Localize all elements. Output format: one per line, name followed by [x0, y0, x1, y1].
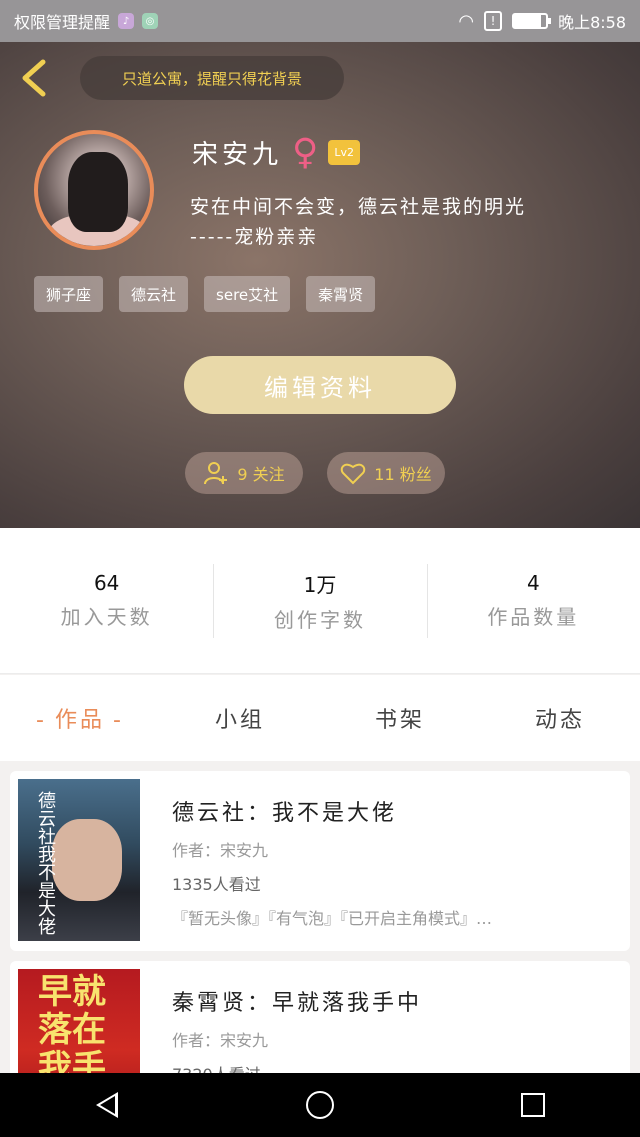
cover-title: 早就落在我手: [38, 972, 106, 1073]
edit-profile-button[interactable]: 编辑资料: [184, 356, 456, 414]
status-bar: 权限管理提醒 ♪ ◎ ◠ ! 晚上8:58: [0, 0, 640, 42]
book-card[interactable]: 德云社我不是大佬 德云社：我不是大佬 作者：宋安九 1335人看过 『暂无头像』…: [10, 771, 630, 951]
book-cover: 早就落在我手: [18, 969, 140, 1073]
level-badge: Lv2: [328, 140, 361, 165]
book-info: 秦霄贤：早就落我手中 作者：宋安九 7320人看过: [172, 985, 422, 1073]
alert-icon: !: [484, 11, 503, 31]
app-notification-icon: ◎: [142, 13, 159, 29]
profile-header: 只道公寓，提醒只得花背景 宋安九 ♀ Lv2 安在中间不会变，德云社是我的明光 …: [0, 42, 640, 528]
tab-bookshelf[interactable]: 书架: [320, 702, 480, 734]
stats-row: 64 加入天数 1万 创作字数 4 作品数量: [0, 528, 640, 674]
stat-works-count: 4 作品数量: [426, 563, 640, 638]
stat-label: 作品数量: [487, 605, 580, 629]
status-notification-text: 权限管理提醒: [14, 13, 111, 32]
nav-recents-button[interactable]: [513, 1085, 553, 1125]
avatar[interactable]: [34, 130, 154, 250]
add-user-icon: [204, 462, 228, 485]
name-row: 宋安九 ♀ Lv2: [192, 131, 361, 173]
bio-line: 安在中间不会变，德云社是我的明光: [190, 196, 527, 218]
following-label: 9 关注: [237, 465, 285, 484]
tag[interactable]: sere艾社: [204, 276, 291, 312]
back-button[interactable]: [16, 56, 52, 100]
works-list: 德云社我不是大佬 德云社：我不是大佬 作者：宋安九 1335人看过 『暂无头像』…: [0, 761, 640, 1073]
clock: 晚上8:58: [558, 13, 626, 32]
tag-list: 狮子座 德云社 sere艾社 秦霄贤: [34, 276, 376, 312]
book-views: 7320人看过: [172, 1061, 422, 1073]
back-arrow-icon: [22, 59, 46, 97]
fans-button[interactable]: 11 粉丝: [327, 452, 445, 494]
book-title: 秦霄贤：早就落我手中: [172, 991, 423, 1016]
heart-icon: [341, 463, 366, 485]
bio-line: -----宠粉亲亲: [190, 226, 319, 248]
wifi-icon: ◠: [458, 10, 475, 32]
book-author: 作者：宋安九: [172, 1031, 269, 1050]
book-title: 德云社：我不是大佬: [172, 801, 398, 826]
stat-label: 创作字数: [273, 607, 366, 632]
user-name: 宋安九: [192, 140, 283, 170]
tag[interactable]: 狮子座: [34, 276, 104, 312]
stat-label: 加入天数: [60, 605, 153, 629]
stat-value: 1万: [303, 572, 337, 597]
cover-portrait: [52, 819, 122, 901]
tab-works[interactable]: - 作品 -: [0, 702, 160, 734]
avatar-hair: [68, 152, 128, 232]
tab-bar: - 作品 - 小组 书架 动态: [0, 675, 640, 761]
book-card[interactable]: 早就落在我手 秦霄贤：早就落我手中 作者：宋安九 7320人看过: [10, 961, 630, 1073]
stat-value: 64: [93, 571, 120, 595]
nav-back-button[interactable]: [87, 1085, 127, 1125]
tag[interactable]: 秦霄贤: [306, 276, 376, 312]
recents-square-icon: [521, 1093, 546, 1117]
profile-page: 权限管理提醒 ♪ ◎ ◠ ! 晚上8:58 只道公寓，提醒只得花背景 宋安九 ♀…: [0, 0, 640, 1137]
book-cover: 德云社我不是大佬: [18, 779, 140, 941]
book-views: 1335人看过: [172, 875, 261, 894]
fans-label: 11 粉丝: [374, 465, 432, 484]
book-info: 德云社：我不是大佬 作者：宋安九 1335人看过 『暂无头像』『有气泡』『已开启…: [172, 795, 492, 943]
tab-groups[interactable]: 小组: [160, 702, 320, 734]
nav-home-button[interactable]: [300, 1085, 340, 1125]
stat-value: 4: [526, 571, 540, 595]
following-button[interactable]: 9 关注: [185, 452, 303, 494]
tab-indicator: -: [36, 708, 47, 733]
back-triangle-icon: [95, 1092, 118, 1118]
book-tags: 『暂无头像』『有气泡』『已开启主角模式』…: [172, 909, 493, 928]
battery-icon: [512, 13, 552, 29]
status-right: ◠ ! 晚上8:58: [458, 9, 626, 33]
tab-indicator: -: [113, 708, 124, 733]
tab-activity[interactable]: 动态: [480, 702, 640, 734]
system-nav-bar: [0, 1073, 640, 1137]
user-bio: 安在中间不会变，德云社是我的明光 -----宠粉亲亲: [190, 192, 590, 252]
app-notification-icon: ♪: [118, 13, 135, 29]
stat-join-days: 64 加入天数: [0, 564, 213, 638]
follow-row: 9 关注 11 粉丝: [185, 452, 445, 494]
cover-title: 德云社我不是大佬: [35, 791, 56, 935]
home-circle-icon: [305, 1091, 334, 1119]
tab-label: 作品: [54, 708, 105, 733]
motto-banner[interactable]: 只道公寓，提醒只得花背景: [80, 56, 344, 100]
book-author: 作者：宋安九: [172, 841, 269, 860]
tag[interactable]: 德云社: [119, 276, 189, 312]
female-icon: ♀: [292, 131, 319, 173]
status-left: 权限管理提醒 ♪ ◎: [14, 9, 159, 33]
stat-word-count: 1万 创作字数: [213, 563, 426, 638]
